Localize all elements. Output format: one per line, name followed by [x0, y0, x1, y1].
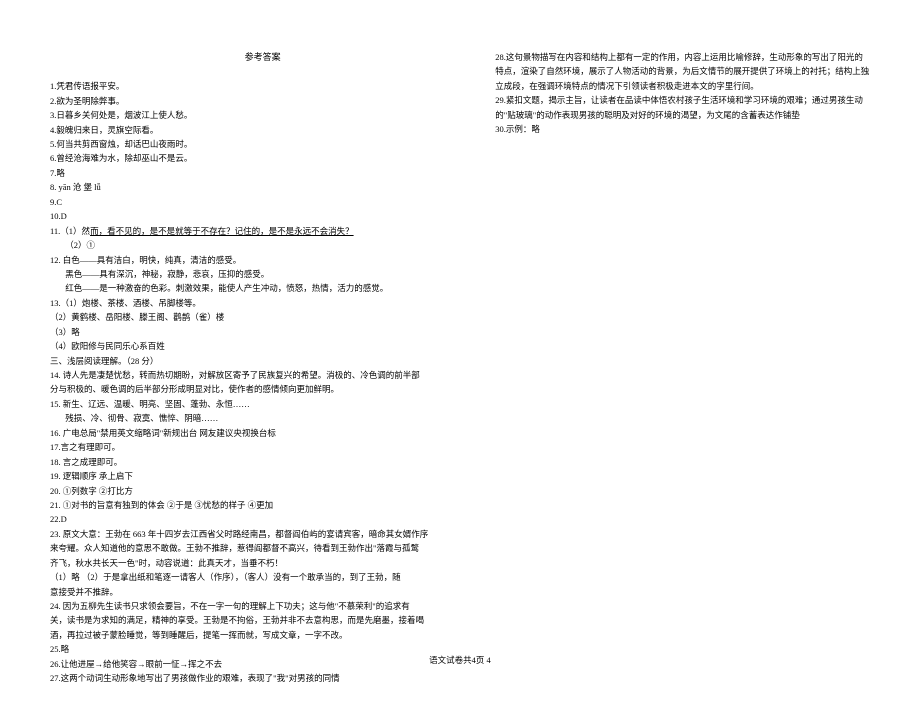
- page-footer: 语文试卷共4页 4: [0, 654, 920, 666]
- text-line: 30.示例：略: [495, 122, 880, 136]
- text-line: 15. 新生、辽远、温暖、明亮、坚固、蓬勃、永恒……: [50, 397, 475, 411]
- text-line: 13.（1）炮楼、茶楼、酒楼、吊脚楼等。: [50, 296, 475, 310]
- text-line: 14. 诗人先是凄楚忧愁，转而热切期盼，对解放区寄予了民族复兴的希望。消极的、冷…: [50, 368, 475, 382]
- text-line: 红色——是一种激奋的色彩。刺激效果，能使人产生冲动，愤怒，热情，活力的感觉。: [50, 281, 475, 295]
- text-line: 18. 言之成理即可。: [50, 455, 475, 469]
- text-line: 24. 因为五柳先生读书只求领会要旨，不在一字一句的理解上下功夫；这与他"不慕荣…: [50, 599, 475, 613]
- text-line: 6.曾经沧海难为水，除却巫山不是云。: [50, 151, 475, 165]
- text-line: 3.日暮乡关何处是，烟波江上使人愁。: [50, 108, 475, 122]
- page-container: 参考答案 1.凭君传语报平安。2.欲为圣明除弊事。3.日暮乡关何处是，烟波江上使…: [0, 0, 920, 706]
- text-line: 黑色——具有深沉，神秘，寂静，悲哀，压抑的感受。: [50, 267, 475, 281]
- text-line: 的"贴玻璃"的动作表现男孩的聪明及对好的环境的渴望，为文尾的含蓄表达作铺垫: [495, 108, 880, 122]
- text-line: 1.凭君传语报平安。: [50, 79, 475, 93]
- text-line: （1）略 （2）于是拿出纸和笔逐一请客人（作序），（客人）没有一个敢承当的，到了…: [50, 570, 475, 584]
- text-line: 特点，渲染了自然环境，展示了人物活动的背景，为后文情节的展开提供了环境上的衬托；…: [495, 64, 880, 78]
- text-line: 17.言之有理即可。: [50, 440, 475, 454]
- text-line: 21. ①对书的旨意有独到的体会 ②于是 ③忧愁的样子 ④更加: [50, 498, 475, 512]
- text-line: 23. 原文大意：王勃在 663 年十四岁去江西省父时路经南昌，都督阎伯屿的宴请…: [50, 527, 475, 541]
- text-line: 酒，再拉过被子蒙脸睡觉，等到睡醒后，提笔一挥而就，写成文章，一字不改。: [50, 628, 475, 642]
- text-line: 2.欲为圣明除弊事。: [50, 94, 475, 108]
- text-line: 立成段，在强调环境特点的情况下引领读者积极走进本文的字里行间。: [495, 79, 880, 93]
- document-title: 参考答案: [50, 50, 475, 65]
- text-line: 29.紧扣文题，揭示主旨，让读者在品读中体悟农村孩子生活环境和学习环境的艰难；通…: [495, 93, 880, 107]
- text-line: （3）略: [50, 325, 475, 339]
- text-line: 19. 逻辑顺序 承上启下: [50, 469, 475, 483]
- text-line: （2）黄鹤楼、岳阳楼、滕王阁、鹳鹊（雀）楼: [50, 310, 475, 324]
- text-line: 10.D: [50, 209, 475, 223]
- text-line: 关，读书是为求知的满足，精神的享受。王勃是不拘俗，王勃并非不去意构思，而是先磨墨…: [50, 613, 475, 627]
- right-content: 28.这句景物描写在内容和结构上都有一定的作用，内容上运用比喻修辞，生动形象的写…: [495, 50, 880, 137]
- left-content: 1.凭君传语报平安。2.欲为圣明除弊事。3.日暮乡关何处是，烟波江上使人愁。4.…: [50, 79, 475, 685]
- text-line: 8. yān 沧 堡 lǚ: [50, 180, 475, 194]
- text-line: 16. 广电总局"禁用英文缩略词"新规出台 网友建议央视换台标: [50, 426, 475, 440]
- text-line: 22.D: [50, 512, 475, 526]
- text-line: 齐飞，秋水共长天一色"时，动容说道：此真天才，当垂不朽！: [50, 556, 475, 570]
- text-line: 4.毅魄归来日，灵旗空际看。: [50, 123, 475, 137]
- text-line: 12. 白色——具有洁白，明快，纯真，清洁的感受。: [50, 253, 475, 267]
- text-line: 意接受并不推辞。: [50, 585, 475, 599]
- text-line: 5.何当共剪西窗烛，却话巴山夜雨时。: [50, 137, 475, 151]
- text-line: 来夸耀。众人知道他的意思不敢做。王勃不推辞，惹得阎都督不高兴，待看到王勃作出"落…: [50, 541, 475, 555]
- underlined-text: 而，看不见的，是不是就等于不存在？记住的，是不是永远不会消失？: [90, 226, 354, 236]
- text-line: 9.C: [50, 195, 475, 209]
- text-line: 20. ①列数字 ②打比方: [50, 484, 475, 498]
- left-column: 参考答案 1.凭君传语报平安。2.欲为圣明除弊事。3.日暮乡关何处是，烟波江上使…: [50, 50, 475, 686]
- text-line: 11.（1）然而，看不见的，是不是就等于不存在？记住的，是不是永远不会消失？: [50, 224, 475, 238]
- text-line: 28.这句景物描写在内容和结构上都有一定的作用，内容上运用比喻修辞，生动形象的写…: [495, 50, 880, 64]
- text-line: （2）①: [50, 238, 475, 252]
- right-column: 28.这句景物描写在内容和结构上都有一定的作用，内容上运用比喻修辞，生动形象的写…: [495, 50, 880, 686]
- text-line: 分与积极的、暖色调的后半部分形成明显对比，使作者的感情倾向更加鲜明。: [50, 382, 475, 396]
- text-line: 残损、冷、彻骨、寂寞、憔悴、阴暗……: [50, 411, 475, 425]
- text-line: （4）欧阳修与民同乐心系百姓: [50, 339, 475, 353]
- text-line: 三、浅层阅读理解。（28 分）: [50, 354, 475, 368]
- text-line: 7.略: [50, 166, 475, 180]
